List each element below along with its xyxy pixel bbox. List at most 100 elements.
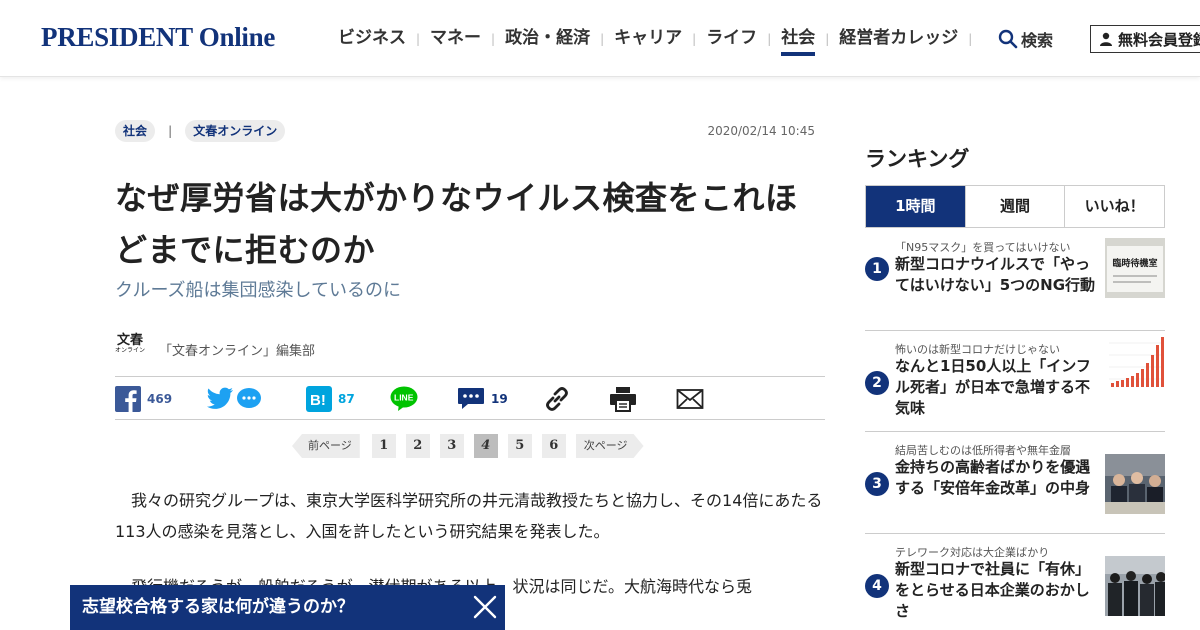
prev-page-button[interactable]: 前ページ: [292, 434, 360, 458]
page-link-5[interactable]: 5: [507, 434, 532, 458]
email-button[interactable]: [676, 385, 704, 413]
page-link-2[interactable]: 2: [405, 434, 430, 458]
page-link-3[interactable]: 3: [439, 434, 464, 458]
rank-kicker: テレワーク対応は大企業ばかり: [895, 545, 1050, 559]
rank-headline[interactable]: 新型コロナウイルスで「やってはいけない」5つのNG行動: [895, 254, 1101, 296]
page-link-6[interactable]: 6: [541, 434, 566, 458]
author-logo-sub: オンライン: [115, 347, 146, 354]
hatena-icon: B!: [306, 386, 332, 412]
svg-text:LINE: LINE: [394, 393, 414, 403]
article-title: なぜ厚労省は大がかりなウイルス検査をこれほどまでに拒むのか: [115, 179, 798, 269]
rank-thumbnail-image: [1105, 555, 1165, 616]
ranking-list: 1 「N95マスク」を買ってはいけない 新型コロナウイルスで「やってはいけない」…: [865, 229, 1165, 630]
nav-separator: |: [968, 31, 973, 46]
rank-number: 1: [865, 257, 889, 281]
member-register-label: 無料会員登録: [1118, 30, 1200, 49]
article-subtitle: クルーズ船は集団感染しているのに: [115, 280, 402, 301]
nav-item-career[interactable]: キャリア: [606, 0, 690, 77]
next-page-button[interactable]: 次ページ: [576, 434, 644, 458]
print-icon: [610, 387, 636, 412]
search-icon: [998, 29, 1018, 49]
link-icon: [546, 387, 568, 411]
rank-thumbnail[interactable]: [1105, 454, 1165, 514]
facebook-share-button[interactable]: 469: [115, 385, 172, 413]
rank-thumbnail-image: 臨時待機室: [1105, 238, 1165, 298]
search-button[interactable]: 検索: [998, 27, 1053, 51]
rank-thumbnail[interactable]: [1105, 330, 1165, 391]
promo-banner-text: 志望校合格する家は何が違うのか？: [82, 597, 354, 617]
close-icon[interactable]: [473, 595, 497, 619]
nav-separator: |: [600, 31, 605, 46]
svg-text:B!: B!: [310, 392, 326, 409]
nav-item-life[interactable]: ライフ: [698, 0, 765, 77]
nav-separator: |: [825, 31, 830, 46]
tag-separator: |: [168, 124, 173, 138]
twitter-icon: [206, 387, 233, 409]
thumbnail-sign-text: 臨時待機室: [1112, 257, 1157, 269]
twitter-comment-icon: [237, 388, 261, 408]
rank-kicker: 怖いのは新型コロナだけじゃない: [895, 342, 1060, 356]
hatena-bookmark-button[interactable]: B! 87: [306, 385, 355, 413]
ranking-item[interactable]: 2 怖いのは新型コロナだけじゃない なんと1日50人以上「インフル死者」が日本で…: [865, 330, 1165, 432]
nav-separator: |: [491, 31, 496, 46]
facebook-icon: [115, 386, 141, 412]
ranking-title: ランキング: [865, 147, 970, 171]
nav-separator: |: [767, 31, 772, 46]
nav-item-executive-college[interactable]: 経営者カレッジ: [831, 0, 966, 77]
rank-number: 3: [865, 472, 889, 496]
rank-headline[interactable]: なんと1日50人以上「インフル死者」が日本で急増する不気味: [895, 356, 1101, 419]
author-logo-main: 文春: [116, 333, 143, 348]
rank-kicker: 「N95マスク」を買ってはいけない: [895, 241, 1071, 254]
publish-date: 2020/02/14 10:45: [707, 124, 815, 138]
ranking-item[interactable]: 3 結局苦しむのは低所得者や無年金層 金持ちの高齢者ばかりを優遇する「安倍年金改…: [865, 432, 1165, 534]
rank-kicker: 結局苦しむのは低所得者や無年金層: [895, 444, 1071, 457]
facebook-count: 469: [147, 392, 173, 406]
promo-banner[interactable]: 志望校合格する家は何が違うのか？: [70, 585, 505, 630]
category-tag[interactable]: 社会: [115, 120, 156, 142]
ranking-item[interactable]: 4 テレワーク対応は大企業ばかり 新型コロナで社員に「有休」をとらせる日本企業の…: [865, 534, 1165, 630]
ranking-tabs: 1時間 週間 いいね！: [865, 185, 1165, 228]
twitter-share-button[interactable]: [206, 385, 262, 413]
search-label: 検索: [1021, 31, 1054, 50]
source-tag[interactable]: 文春オンライン: [185, 120, 286, 142]
share-bar: 469 B! 87 LINE 19: [115, 376, 825, 420]
nav-item-society[interactable]: 社会: [773, 0, 823, 77]
tab-hourly[interactable]: 1時間: [866, 186, 966, 227]
nav-separator: |: [416, 31, 421, 46]
rank-thumbnail[interactable]: [1105, 555, 1165, 616]
bunshun-online-logo: 文春 オンライン: [115, 334, 145, 364]
tab-weekly[interactable]: 週間: [966, 186, 1066, 227]
site-header: PRESIDENT Online ビジネス | マネー | 政治・経済 | キャ…: [0, 0, 1200, 77]
rank-headline[interactable]: 新型コロナで社員に「有休」をとらせる日本企業のおかしさ: [895, 559, 1101, 622]
rank-thumbnail-image: [1105, 454, 1165, 514]
nav-separator: |: [692, 31, 697, 46]
nav-item-money[interactable]: マネー: [422, 0, 489, 77]
rank-number: 4: [865, 573, 889, 598]
print-button[interactable]: [609, 385, 637, 413]
ranking-item[interactable]: 1 「N95マスク」を買ってはいけない 新型コロナウイルスで「やってはいけない」…: [865, 229, 1165, 331]
article-pager: 前ページ 1 2 3 4 5 6 次ページ: [292, 434, 644, 458]
mail-icon: [676, 389, 704, 409]
copy-link-button[interactable]: [543, 385, 571, 413]
author-name[interactable]: 「文春オンライン」編集部: [159, 340, 315, 359]
tab-likes[interactable]: いいね！: [1065, 186, 1164, 227]
comment-button[interactable]: 19: [457, 385, 508, 413]
page-link-1[interactable]: 1: [371, 434, 396, 458]
nav-item-politics-economy[interactable]: 政治・経済: [497, 0, 598, 77]
rank-thumbnail-image: [1105, 330, 1165, 391]
line-icon: LINE: [390, 386, 418, 411]
comment-icon: [458, 388, 484, 409]
rank-thumbnail[interactable]: 臨時待機室: [1105, 238, 1165, 298]
rank-number: 2: [865, 370, 889, 395]
article-paragraph: 我々の研究グループは、東京大学医科学研究所の井元清哉教授たちと協力し、その14倍…: [115, 491, 823, 541]
rank-headline[interactable]: 金持ちの高齢者ばかりを優遇する「安倍年金改革」の中身: [895, 457, 1101, 499]
main-nav: ビジネス | マネー | 政治・経済 | キャリア | ライフ | 社会 | 経…: [330, 0, 974, 77]
user-icon: [1100, 32, 1112, 46]
page-link-4-current[interactable]: 4: [473, 434, 498, 458]
site-logo[interactable]: PRESIDENT Online: [41, 22, 275, 53]
line-share-button[interactable]: LINE: [390, 385, 418, 413]
hatena-count: 87: [338, 392, 355, 406]
nav-item-business[interactable]: ビジネス: [330, 0, 414, 77]
member-register-button[interactable]: 無料会員登録: [1090, 25, 1200, 53]
article-meta: 社会 | 文春オンライン 2020/02/14 10:45: [115, 120, 825, 144]
